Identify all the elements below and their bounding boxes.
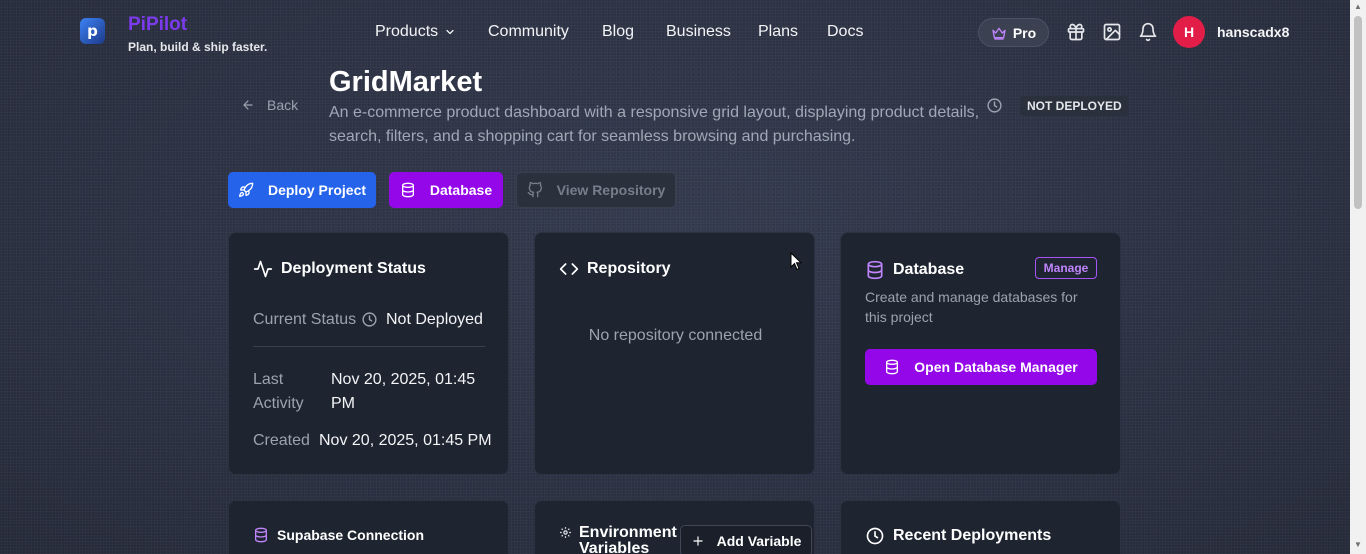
add-variable-label: Add Variable [716,533,802,549]
database-button-label: Database [429,182,493,198]
rocket-icon [238,182,254,197]
deploy-project-button[interactable]: Deploy Project [228,172,376,208]
view-repository-button[interactable]: View Repository [516,172,676,208]
recent-deployments-card: Recent Deployments [840,500,1121,554]
mouse-cursor-icon [790,252,802,271]
brand-name[interactable]: PiPilot [128,14,187,36]
clock-icon [986,97,1003,114]
view-repository-label: View Repository [556,182,666,198]
scroll-up-arrow-icon[interactable]: ▲ [1354,3,1362,11]
current-status-label: Current Status [253,311,357,328]
created-label: Created [253,432,310,449]
pro-label: Pro [1012,24,1037,41]
created-value: Nov 20, 2025, 01:45 PM [319,432,492,449]
last-activity-label: Last Activity [253,368,304,416]
database-button[interactable]: Database [389,172,503,208]
environment-variables-card: Environment Variables Add Variable [534,500,815,554]
database-description: Create and manage databases for this pro… [865,287,1077,327]
avatar[interactable]: H [1173,16,1205,48]
bell-icon[interactable] [1138,22,1158,42]
environment-variables-title: Environment Variables [579,525,677,554]
last-activity-value-line2: PM [331,395,355,412]
last-activity-label-line2: Activity [253,395,304,412]
recent-deployments-title-row: Recent Deployments [865,526,1051,546]
open-database-manager-label: Open Database Manager [914,359,1078,375]
image-icon[interactable] [1102,22,1122,42]
deployment-status-title-row: Deployment Status [253,259,426,279]
chevron-down-icon [446,29,454,35]
no-repository-text: No repository connected [588,327,763,344]
last-activity-label-line1: Last [253,371,284,388]
project-title: GridMarket [329,66,483,98]
deploy-project-label: Deploy Project [267,182,367,198]
manage-button[interactable]: Manage [1035,257,1097,279]
env-title-line2: Variables [579,540,650,554]
database-card: Database Manage Create and manage databa… [840,232,1121,475]
last-activity-value-line1: Nov 20, 2025, 01:45 [331,371,476,388]
code-icon [559,263,579,275]
gear-icon [559,526,573,540]
clock-icon [866,527,884,545]
current-status-value: Not Deployed [386,311,483,328]
deployment-status-title: Deployment Status [281,260,426,277]
repository-card: Repository No repository connected [534,232,815,475]
activity-icon [253,260,273,278]
nav-community[interactable]: Community [488,23,569,41]
nav-plans[interactable]: Plans [758,23,798,41]
back-button[interactable]: Back [241,97,298,113]
database-title: Database [893,261,965,278]
scroll-down-arrow-icon[interactable]: ▼ [1354,541,1362,549]
github-icon [527,182,542,198]
supabase-connection-card: Supabase Connection [228,500,509,554]
plus-icon [692,536,703,546]
database-icon [255,527,267,543]
open-database-manager-button[interactable]: Open Database Manager [865,349,1097,385]
supabase-title-row: Supabase Connection [253,527,424,543]
env-title-line1: Environment [579,524,677,541]
repository-title-row: Repository [559,259,671,279]
add-variable-button[interactable]: Add Variable [680,525,812,554]
arrow-left-icon [243,100,253,110]
back-label: Back [267,97,299,113]
divider [253,346,485,347]
nav-blog[interactable]: Blog [602,23,634,41]
gift-icon[interactable] [1066,22,1086,42]
last-activity-value: Nov 20, 2025, 01:45 PM [331,368,475,416]
nav-products[interactable]: Products [375,23,456,41]
repository-title: Repository [587,260,671,277]
nav-docs[interactable]: Docs [827,23,863,41]
database-icon [886,359,899,375]
database-description-line1: Create and manage databases for [865,289,1078,305]
nav-products-label: Products [375,23,439,40]
brand-tagline: Plan, build & ship faster. [128,40,268,54]
page-scrollbar[interactable]: ▲ ▼ [1350,0,1366,554]
pipilot-logo[interactable]: p [80,18,105,44]
username[interactable]: hanscadx8 [1217,24,1289,40]
supabase-title: Supabase Connection [277,527,425,543]
crown-icon [992,27,1006,40]
project-description: An e-commerce product dashboard with a r… [329,104,980,145]
scroll-thumb[interactable] [1354,16,1362,209]
deployment-status-card: Deployment Status Current Status Not Dep… [228,232,509,475]
recent-deployments-title: Recent Deployments [893,527,1052,544]
database-icon [401,182,414,198]
database-title-row: Database [865,260,964,280]
database-icon [867,260,883,280]
pro-button[interactable]: Pro [978,18,1049,47]
status-badge: NOT DEPLOYED [1020,96,1129,116]
database-description-line2: this project [865,309,933,325]
clock-icon [361,311,379,329]
nav-business[interactable]: Business [666,23,731,41]
